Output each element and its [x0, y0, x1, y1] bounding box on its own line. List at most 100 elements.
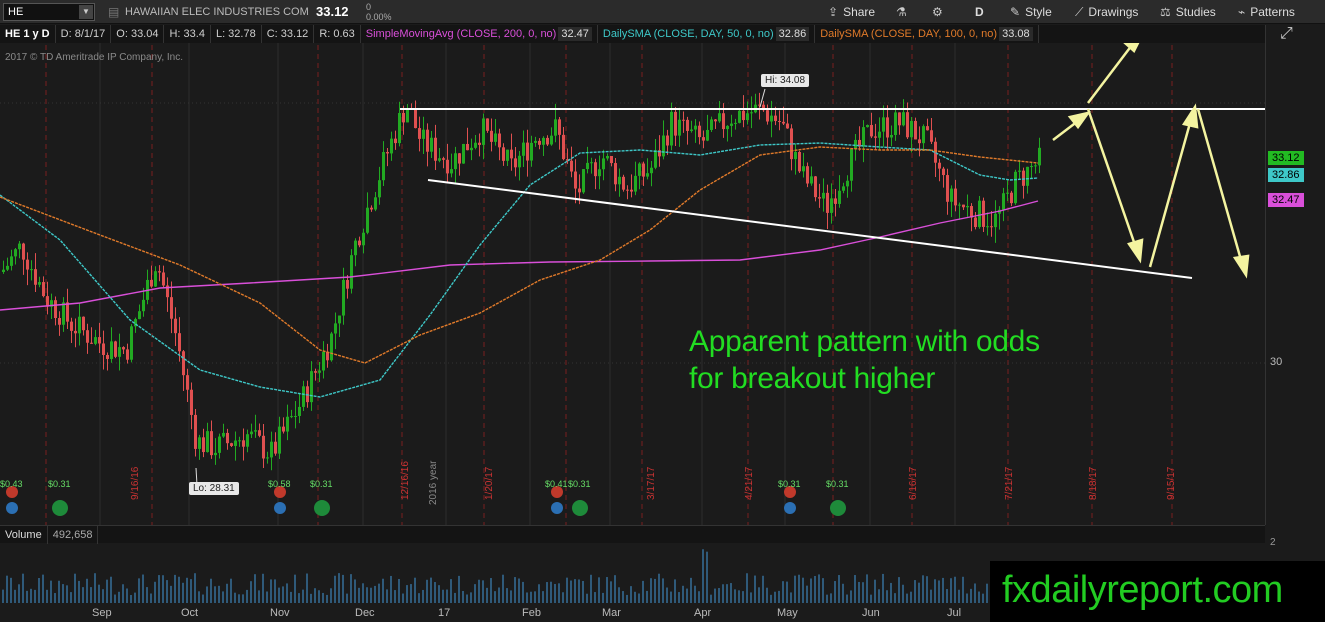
- info-icon[interactable]: [551, 502, 563, 514]
- candle-body: [574, 171, 577, 189]
- volume-bar: [350, 574, 352, 603]
- candle-body: [270, 441, 273, 458]
- candle-body: [434, 137, 437, 161]
- patterns-button[interactable]: ⌁ Patterns: [1238, 0, 1295, 24]
- expiration-date-label: 12/16/16: [400, 461, 411, 500]
- dividend-amount: $0.31: [568, 479, 591, 489]
- candle-body: [358, 240, 361, 246]
- sma200-study[interactable]: SimpleMovingAvg (CLOSE, 200, 0, no) 32.47: [361, 25, 598, 43]
- volume-bar: [262, 573, 264, 603]
- volume-bar: [66, 585, 68, 603]
- volume-bar: [366, 587, 368, 603]
- volume-bar: [74, 573, 76, 603]
- volume-bar: [802, 577, 804, 603]
- volume-bar: [578, 579, 580, 603]
- volume-bar: [742, 591, 744, 603]
- flask-button[interactable]: ⚗: [896, 0, 912, 24]
- price-chart[interactable]: [0, 25, 1265, 525]
- drawings-button[interactable]: ⟋ Drawings: [1075, 0, 1138, 24]
- candle-body: [494, 133, 497, 142]
- candle-body: [162, 272, 165, 286]
- candle-body: [462, 143, 465, 164]
- volume-bar: [474, 584, 476, 603]
- candle-body: [734, 122, 737, 124]
- candle-body: [538, 140, 541, 145]
- candle-body: [882, 117, 885, 132]
- sma100-study[interactable]: DailySMA (CLOSE, DAY, 100, 0, no) 33.08: [815, 25, 1039, 43]
- info-icon[interactable]: [274, 502, 286, 514]
- candle-body: [646, 173, 649, 177]
- candle-body: [274, 441, 277, 454]
- candle-body: [942, 168, 945, 176]
- volume-bar: [770, 594, 772, 603]
- volume-bar: [826, 594, 828, 603]
- candle-body: [894, 112, 897, 136]
- dividend-amount: $0.31: [826, 479, 849, 489]
- volume-bar: [670, 591, 672, 603]
- candle-body: [262, 435, 265, 459]
- volume-bar: [226, 583, 228, 603]
- volume-bar: [642, 580, 644, 603]
- candle-body: [246, 434, 249, 447]
- dividend-icon[interactable]: [830, 500, 846, 516]
- candle-body: [54, 300, 57, 319]
- symbol-lock-icon[interactable]: ▤: [108, 0, 119, 24]
- candle-body: [98, 337, 101, 344]
- candle-body: [562, 134, 565, 160]
- dividend-icon[interactable]: [572, 500, 588, 516]
- volume-bar: [230, 578, 232, 603]
- symbol-input[interactable]: HE ▼: [3, 3, 95, 21]
- month-label: May: [777, 607, 798, 619]
- volume-bar: [234, 592, 236, 603]
- company-name: HAWAIIAN ELEC INDUSTRIES COM: [125, 6, 309, 18]
- settings-button[interactable]: ⚙: [932, 0, 948, 24]
- volume-header: Volume 492,658: [0, 525, 1265, 544]
- candle-body: [786, 123, 789, 129]
- candle-body: [986, 226, 989, 228]
- info-icon[interactable]: [784, 502, 796, 514]
- volume-bar: [750, 592, 752, 603]
- volume-bar: [362, 583, 364, 603]
- candle-body: [522, 142, 525, 156]
- candle-body: [282, 426, 285, 432]
- volume-bar: [354, 579, 356, 603]
- period-button[interactable]: D: [975, 0, 984, 24]
- share-label: Share: [843, 5, 876, 19]
- volume-bar: [174, 574, 176, 603]
- info-icon[interactable]: [6, 502, 18, 514]
- volume-bar: [338, 573, 340, 603]
- volume-bar: [494, 591, 496, 603]
- sma50-study[interactable]: DailySMA (CLOSE, DAY, 50, 0, no) 32.86: [598, 25, 816, 43]
- volume-bar: [122, 584, 124, 603]
- expand-icon[interactable]: ⤢: [1280, 25, 1293, 43]
- volume-bar: [686, 588, 688, 603]
- dividend-icon[interactable]: [314, 500, 330, 516]
- volume-label: Volume: [0, 526, 48, 544]
- style-button[interactable]: ✎ Style: [1010, 0, 1052, 24]
- volume-bar: [158, 575, 160, 603]
- volume-bar: [142, 574, 144, 603]
- volume-bar: [542, 591, 544, 603]
- volume-bar: [654, 578, 656, 603]
- price-axis[interactable]: ⤢ 30 33.12 32.86 32.47 2: [1265, 25, 1325, 548]
- dividend-icon[interactable]: [52, 500, 68, 516]
- share-button[interactable]: ⇪ Share: [828, 0, 875, 24]
- candle-body: [850, 148, 853, 181]
- candle-body: [394, 138, 397, 144]
- volume-bar: [538, 584, 540, 603]
- month-label: Sep: [92, 607, 112, 619]
- candle-body: [22, 243, 25, 260]
- volume-bar: [382, 578, 384, 603]
- studies-icon: ⚖: [1160, 5, 1171, 19]
- studies-button[interactable]: ⚖ Studies: [1160, 0, 1216, 24]
- candle-body: [606, 155, 609, 159]
- dropdown-icon[interactable]: ▼: [79, 5, 93, 19]
- volume-bar: [506, 588, 508, 603]
- candle-body: [622, 176, 625, 190]
- volume-bar: [634, 591, 636, 603]
- volume-bar: [606, 577, 608, 603]
- candle-body: [626, 189, 629, 191]
- candle-body: [366, 207, 369, 233]
- volume-bar: [898, 577, 900, 603]
- candle-body: [730, 123, 733, 126]
